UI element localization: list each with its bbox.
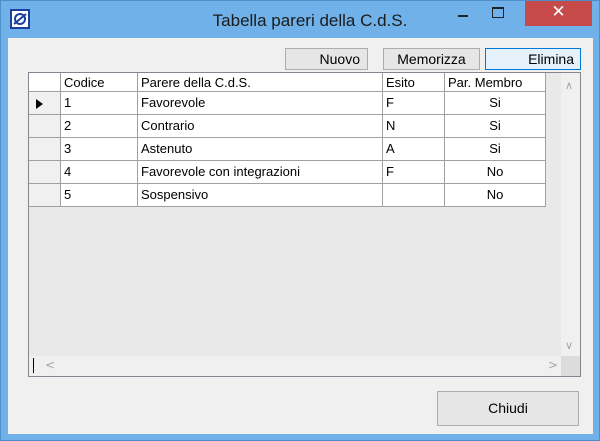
column-header-code[interactable]: Codice [61,73,138,92]
cell-opinion[interactable]: Astenuto [138,138,383,161]
scroll-up-icon[interactable]: ∧ [565,79,573,92]
scrollbar-corner [561,356,580,376]
scroll-caret [33,358,34,373]
opinions-table[interactable]: Codice Parere della C.d.S. Esito Par. Me… [28,72,581,377]
cell-opinion[interactable]: Contrario [138,115,383,138]
dialog-window: Tabella pareri della C.d.S. ✕ Nuovo Memo… [0,0,600,441]
cell-outcome[interactable]: F [383,161,445,184]
close-dialog-button[interactable]: Chiudi [437,391,579,426]
cell-member[interactable]: Si [445,115,546,138]
column-header-member[interactable]: Par. Membro [445,73,546,92]
title-bar[interactable]: Tabella pareri della C.d.S. ✕ [1,1,599,38]
row-selector[interactable] [29,184,61,207]
cell-opinion[interactable]: Favorevole [138,92,383,115]
cell-outcome[interactable]: A [383,138,445,161]
cell-code[interactable]: 2 [61,115,138,138]
row-header-corner [29,73,61,92]
new-button[interactable]: Nuovo [285,48,368,70]
scroll-right-icon[interactable]: > [548,358,558,372]
row-pointer-icon [36,99,43,109]
scroll-left-icon[interactable]: < [45,358,55,372]
minimize-button[interactable] [446,1,479,26]
row-selector[interactable] [29,161,61,184]
cell-outcome[interactable]: N [383,115,445,138]
cell-opinion[interactable]: Sospensivo [138,184,383,207]
cell-member[interactable]: Si [445,92,546,115]
cell-code[interactable]: 4 [61,161,138,184]
column-header-outcome[interactable]: Esito [383,73,445,92]
minimize-icon [458,15,468,17]
maximize-button[interactable] [482,1,515,26]
row-selector[interactable] [29,138,61,161]
cell-outcome[interactable] [383,184,445,207]
horizontal-scrollbar[interactable]: < > [29,356,562,376]
save-button[interactable]: Memorizza [383,48,480,70]
cell-member[interactable]: Si [445,138,546,161]
cell-member[interactable]: No [445,161,546,184]
close-button[interactable]: ✕ [525,1,592,26]
row-selector[interactable] [29,115,61,138]
cell-outcome[interactable]: F [383,92,445,115]
maximize-icon [492,7,504,18]
cell-opinion[interactable]: Favorevole con integrazioni [138,161,383,184]
row-selector[interactable] [29,92,61,115]
scroll-down-icon[interactable]: ∨ [565,339,573,352]
column-header-opinion[interactable]: Parere della C.d.S. [138,73,383,92]
cell-code[interactable]: 1 [61,92,138,115]
close-icon: ✕ [551,2,566,22]
delete-button[interactable]: Elimina [485,48,581,70]
cell-code[interactable]: 5 [61,184,138,207]
cell-member[interactable]: No [445,184,546,207]
vertical-scrollbar[interactable]: ∧ ∨ [561,73,580,356]
cell-code[interactable]: 3 [61,138,138,161]
